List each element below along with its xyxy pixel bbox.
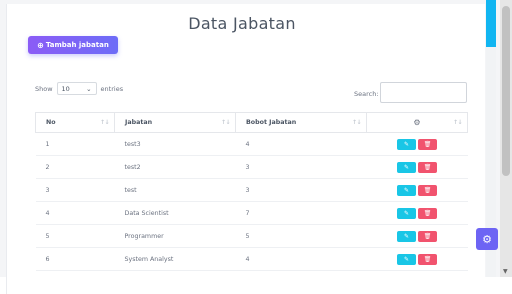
trash-icon: 🗑	[423, 255, 432, 263]
edit-button[interactable]: ✎	[397, 230, 416, 242]
edit-button[interactable]: ✎	[397, 161, 416, 173]
settings-fab-button[interactable]: ⚙	[476, 228, 498, 250]
entries-label: entries	[100, 84, 124, 93]
delete-button[interactable]: 🗑	[418, 138, 437, 150]
cell-bobot: 5	[235, 224, 367, 248]
cell-jabatan: System Analyst	[114, 247, 236, 271]
cell-bobot: 3	[235, 178, 367, 202]
delete-button[interactable]: 🗑	[418, 207, 437, 219]
cell-actions: ✎ 🗑	[366, 155, 468, 179]
col-jabatan[interactable]: Jabatan ↑↓	[114, 112, 236, 133]
show-label: Show	[35, 84, 53, 93]
entries-select[interactable]: 10 ⌄	[56, 82, 97, 95]
chevron-down-icon: ⌄	[86, 84, 92, 93]
cell-actions: ✎ 🗑	[366, 178, 468, 202]
entries-value: 10	[61, 84, 70, 93]
table-header-row: No ↑↓ Jabatan ↑↓ Bobot Jabatan ↑↓ ⚙ ↑↓	[35, 112, 468, 133]
settings-icon: ⚙	[413, 118, 421, 127]
table-row: 5 Programmer 5 ✎ 🗑	[35, 224, 468, 248]
add-jabatan-button[interactable]: ⊕ Tambah jabatan	[28, 36, 118, 54]
cell-no: 2	[35, 155, 115, 179]
cell-bobot: 4	[235, 247, 367, 271]
cell-jabatan: test2	[114, 155, 236, 179]
page-title: Data Jabatan	[188, 14, 296, 33]
col-bobot-label: Bobot Jabatan	[246, 119, 297, 126]
table-row: 2 test2 3 ✎ 🗑	[35, 155, 468, 179]
col-bobot[interactable]: Bobot Jabatan ↑↓	[235, 112, 367, 133]
page: Data Jabatan ⊕ Tambah jabatan Show 10 ⌄ …	[0, 0, 512, 294]
col-no[interactable]: No ↑↓	[35, 112, 115, 133]
sort-icon: ↑↓	[99, 119, 110, 126]
edit-icon: ✎	[403, 186, 410, 194]
cell-no: 6	[35, 247, 115, 271]
cell-bobot: 3	[235, 155, 367, 179]
edit-button[interactable]: ✎	[397, 253, 416, 265]
sort-icon: ↑↓	[220, 119, 231, 126]
length-control: Show 10 ⌄ entries	[35, 82, 123, 95]
sort-icon: ↑↓	[452, 119, 463, 126]
delete-button[interactable]: 🗑	[418, 161, 437, 173]
search-label: Search:	[354, 90, 379, 98]
cell-jabatan: Programmer	[114, 224, 236, 248]
scroll-down-arrow-icon[interactable]: ▼	[503, 268, 508, 275]
search-input[interactable]	[380, 82, 467, 103]
delete-button[interactable]: 🗑	[418, 230, 437, 242]
edit-icon: ✎	[403, 163, 410, 171]
cell-jabatan: test3	[114, 132, 236, 156]
edit-icon: ✎	[403, 232, 410, 240]
edit-button[interactable]: ✎	[397, 207, 416, 219]
col-action[interactable]: ⚙ ↑↓	[366, 112, 468, 133]
cell-actions: ✎ 🗑	[366, 201, 468, 225]
delete-button[interactable]: 🗑	[418, 184, 437, 196]
trash-icon: 🗑	[423, 140, 432, 148]
plus-circle-icon: ⊕	[37, 40, 44, 50]
edit-icon: ✎	[403, 209, 410, 217]
add-jabatan-label: Tambah jabatan	[45, 41, 109, 49]
edit-button[interactable]: ✎	[397, 138, 416, 150]
inner-scrollbar-thumb[interactable]	[486, 0, 496, 47]
cell-actions: ✎ 🗑	[366, 247, 468, 271]
cell-jabatan: test	[114, 178, 236, 202]
edit-icon: ✎	[403, 140, 410, 148]
page-scrollbar-thumb[interactable]	[502, 6, 510, 176]
table-row: 6 System Analyst 4 ✎ 🗑	[35, 247, 468, 271]
cell-actions: ✎ 🗑	[366, 224, 468, 248]
edit-button[interactable]: ✎	[397, 184, 416, 196]
trash-icon: 🗑	[423, 186, 432, 194]
col-no-label: No	[46, 119, 56, 126]
trash-icon: 🗑	[423, 163, 432, 171]
table-row: 1 test3 4 ✎ 🗑	[35, 132, 468, 156]
trash-icon: 🗑	[423, 232, 432, 240]
gear-icon: ⚙	[482, 232, 492, 246]
cell-jabatan: Data Scientist	[114, 201, 236, 225]
edit-icon: ✎	[403, 255, 410, 263]
sort-icon: ↑↓	[351, 119, 362, 126]
cell-no: 3	[35, 178, 115, 202]
trash-icon: 🗑	[423, 209, 432, 217]
delete-button[interactable]: 🗑	[418, 253, 437, 265]
col-jabatan-label: Jabatan	[125, 119, 153, 126]
cell-bobot: 7	[235, 201, 367, 225]
cell-actions: ✎ 🗑	[366, 132, 468, 156]
cell-bobot: 4	[235, 132, 367, 156]
cell-no: 5	[35, 224, 115, 248]
jabatan-table: No ↑↓ Jabatan ↑↓ Bobot Jabatan ↑↓ ⚙ ↑↓ 1 tes…	[35, 112, 468, 271]
table-row: 3 test 3 ✎ 🗑	[35, 178, 468, 202]
cell-no: 4	[35, 201, 115, 225]
cell-no: 1	[35, 132, 115, 156]
table-row: 4 Data Scientist 7 ✎ 🗑	[35, 201, 468, 225]
